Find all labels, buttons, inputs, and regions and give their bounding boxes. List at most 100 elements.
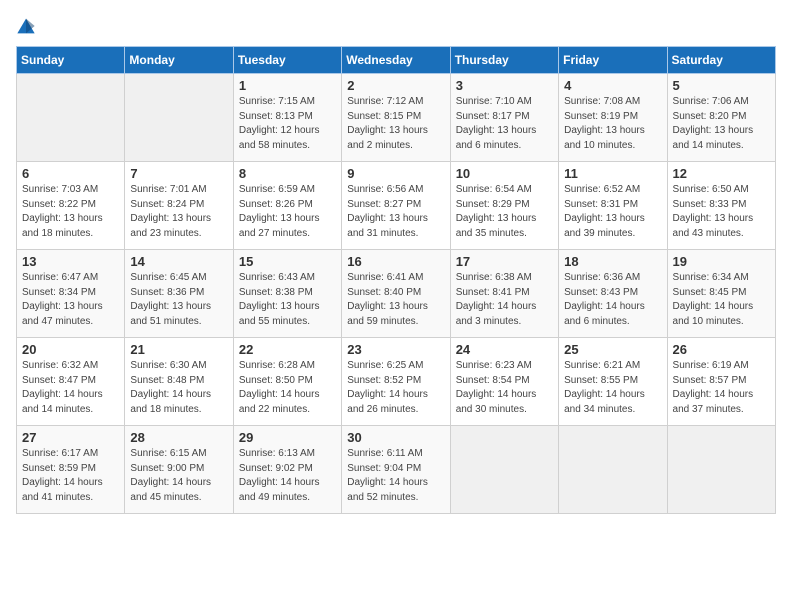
weekday-header-sunday: Sunday (17, 47, 125, 74)
calendar-cell: 24Sunrise: 6:23 AM Sunset: 8:54 PM Dayli… (450, 338, 558, 426)
weekday-header-monday: Monday (125, 47, 233, 74)
calendar-cell (125, 74, 233, 162)
day-info: Sunrise: 6:15 AM Sunset: 9:00 PM Dayligh… (130, 447, 227, 505)
day-info: Sunrise: 6:19 AM Sunset: 8:57 PM Dayligh… (673, 359, 770, 417)
day-number: 1 (239, 78, 336, 93)
day-number: 12 (673, 166, 770, 181)
day-info: Sunrise: 6:11 AM Sunset: 9:04 PM Dayligh… (347, 447, 444, 505)
day-info: Sunrise: 6:34 AM Sunset: 8:45 PM Dayligh… (673, 271, 770, 329)
calendar-cell: 21Sunrise: 6:30 AM Sunset: 8:48 PM Dayli… (125, 338, 233, 426)
calendar-cell: 9 Sunrise: 6:56 AM Sunset: 8:27 PM Daylig… (342, 162, 450, 250)
day-number: 5 (673, 78, 770, 93)
day-number: 27 (22, 430, 119, 445)
calendar-cell: 25Sunrise: 6:21 AM Sunset: 8:55 PM Dayli… (559, 338, 667, 426)
day-info: Sunrise: 6:13 AM Sunset: 9:02 PM Dayligh… (239, 447, 336, 505)
calendar-cell: 29 Sunrise: 6:13 AM Sunset: 9:02 PM Dayli… (233, 426, 341, 514)
calendar-cell: 26 Sunrise: 6:19 AM Sunset: 8:57 PM Dayli… (667, 338, 775, 426)
calendar-cell: 2 Sunrise: 7:12 AM Sunset: 8:15 PM Daylig… (342, 74, 450, 162)
calendar-cell (450, 426, 558, 514)
calendar-cell (559, 426, 667, 514)
day-number: 6 (22, 166, 119, 181)
calendar-cell: 4 Sunrise: 7:08 AM Sunset: 8:19 PM Daylig… (559, 74, 667, 162)
day-info: Sunrise: 6:28 AM Sunset: 8:50 PM Dayligh… (239, 359, 336, 417)
calendar-cell: 20 Sunrise: 6:32 AM Sunset: 8:47 PM Dayli… (17, 338, 125, 426)
logo-icon (16, 16, 36, 36)
weekday-header-wednesday: Wednesday (342, 47, 450, 74)
weekday-header-thursday: Thursday (450, 47, 558, 74)
day-number: 26 (673, 342, 770, 357)
calendar-cell: 8Sunrise: 6:59 AM Sunset: 8:26 PM Daylig… (233, 162, 341, 250)
calendar-table: SundayMondayTuesdayWednesdayThursdayFrid… (16, 46, 776, 514)
weekday-header-saturday: Saturday (667, 47, 775, 74)
day-number: 17 (456, 254, 553, 269)
day-info: Sunrise: 6:41 AM Sunset: 8:40 PM Dayligh… (347, 271, 444, 329)
logo (16, 16, 40, 36)
day-number: 10 (456, 166, 553, 181)
calendar-cell: 6 Sunrise: 7:03 AM Sunset: 8:22 PM Daylig… (17, 162, 125, 250)
day-info: Sunrise: 6:32 AM Sunset: 8:47 PM Dayligh… (22, 359, 119, 417)
calendar-cell: 18 Sunrise: 6:36 AM Sunset: 8:43 PM Dayli… (559, 250, 667, 338)
calendar-cell: 27 Sunrise: 6:17 AM Sunset: 8:59 PM Dayli… (17, 426, 125, 514)
day-number: 8 (239, 166, 336, 181)
calendar-week-1: 6 Sunrise: 7:03 AM Sunset: 8:22 PM Daylig… (17, 162, 776, 250)
day-number: 30 (347, 430, 444, 445)
day-number: 11 (564, 166, 661, 181)
calendar-cell: 12 Sunrise: 6:50 AM Sunset: 8:33 PM Dayli… (667, 162, 775, 250)
day-info: Sunrise: 6:56 AM Sunset: 8:27 PM Dayligh… (347, 183, 444, 241)
day-number: 16 (347, 254, 444, 269)
calendar-cell: 28 Sunrise: 6:15 AM Sunset: 9:00 PM Dayli… (125, 426, 233, 514)
calendar-cell: 16 Sunrise: 6:41 AM Sunset: 8:40 PM Dayli… (342, 250, 450, 338)
calendar-cell: 23Sunrise: 6:25 AM Sunset: 8:52 PM Dayli… (342, 338, 450, 426)
day-info: Sunrise: 6:36 AM Sunset: 8:43 PM Dayligh… (564, 271, 661, 329)
day-number: 14 (130, 254, 227, 269)
day-info: Sunrise: 7:01 AM Sunset: 8:24 PM Dayligh… (130, 183, 227, 241)
calendar-cell: 19 Sunrise: 6:34 AM Sunset: 8:45 PM Dayli… (667, 250, 775, 338)
calendar-body: 1 Sunrise: 7:15 AM Sunset: 8:13 PM Daylig… (17, 74, 776, 514)
calendar-week-0: 1 Sunrise: 7:15 AM Sunset: 8:13 PM Daylig… (17, 74, 776, 162)
day-number: 28 (130, 430, 227, 445)
calendar-week-2: 13 Sunrise: 6:47 AM Sunset: 8:34 PM Dayli… (17, 250, 776, 338)
day-info: Sunrise: 7:12 AM Sunset: 8:15 PM Dayligh… (347, 95, 444, 153)
calendar-week-4: 27 Sunrise: 6:17 AM Sunset: 8:59 PM Dayli… (17, 426, 776, 514)
calendar-cell: 13 Sunrise: 6:47 AM Sunset: 8:34 PM Dayli… (17, 250, 125, 338)
calendar-cell: 22 Sunrise: 6:28 AM Sunset: 8:50 PM Dayli… (233, 338, 341, 426)
day-number: 24 (456, 342, 553, 357)
calendar-cell (17, 74, 125, 162)
day-number: 19 (673, 254, 770, 269)
day-number: 23 (347, 342, 444, 357)
calendar-cell: 10Sunrise: 6:54 AM Sunset: 8:29 PM Dayli… (450, 162, 558, 250)
day-number: 25 (564, 342, 661, 357)
calendar-cell: 30 Sunrise: 6:11 AM Sunset: 9:04 PM Dayli… (342, 426, 450, 514)
calendar-cell: 11Sunrise: 6:52 AM Sunset: 8:31 PM Dayli… (559, 162, 667, 250)
day-info: Sunrise: 7:06 AM Sunset: 8:20 PM Dayligh… (673, 95, 770, 153)
day-info: Sunrise: 6:50 AM Sunset: 8:33 PM Dayligh… (673, 183, 770, 241)
day-number: 13 (22, 254, 119, 269)
calendar-cell: 7 Sunrise: 7:01 AM Sunset: 8:24 PM Daylig… (125, 162, 233, 250)
calendar-cell (667, 426, 775, 514)
day-info: Sunrise: 6:30 AM Sunset: 8:48 PM Dayligh… (130, 359, 227, 417)
day-number: 7 (130, 166, 227, 181)
day-number: 18 (564, 254, 661, 269)
weekday-header-friday: Friday (559, 47, 667, 74)
day-info: Sunrise: 7:10 AM Sunset: 8:17 PM Dayligh… (456, 95, 553, 153)
calendar-cell: 17Sunrise: 6:38 AM Sunset: 8:41 PM Dayli… (450, 250, 558, 338)
day-number: 15 (239, 254, 336, 269)
day-info: Sunrise: 6:47 AM Sunset: 8:34 PM Dayligh… (22, 271, 119, 329)
day-number: 29 (239, 430, 336, 445)
calendar-cell: 1 Sunrise: 7:15 AM Sunset: 8:13 PM Daylig… (233, 74, 341, 162)
calendar-cell: 5 Sunrise: 7:06 AM Sunset: 8:20 PM Daylig… (667, 74, 775, 162)
day-info: Sunrise: 6:17 AM Sunset: 8:59 PM Dayligh… (22, 447, 119, 505)
day-info: Sunrise: 7:08 AM Sunset: 8:19 PM Dayligh… (564, 95, 661, 153)
day-number: 20 (22, 342, 119, 357)
day-number: 2 (347, 78, 444, 93)
day-info: Sunrise: 6:43 AM Sunset: 8:38 PM Dayligh… (239, 271, 336, 329)
day-number: 9 (347, 166, 444, 181)
calendar-cell: 15 Sunrise: 6:43 AM Sunset: 8:38 PM Dayli… (233, 250, 341, 338)
day-number: 4 (564, 78, 661, 93)
day-info: Sunrise: 7:15 AM Sunset: 8:13 PM Dayligh… (239, 95, 336, 153)
weekday-header-row: SundayMondayTuesdayWednesdayThursdayFrid… (17, 47, 776, 74)
day-number: 3 (456, 78, 553, 93)
day-info: Sunrise: 6:45 AM Sunset: 8:36 PM Dayligh… (130, 271, 227, 329)
day-number: 22 (239, 342, 336, 357)
day-info: Sunrise: 7:03 AM Sunset: 8:22 PM Dayligh… (22, 183, 119, 241)
